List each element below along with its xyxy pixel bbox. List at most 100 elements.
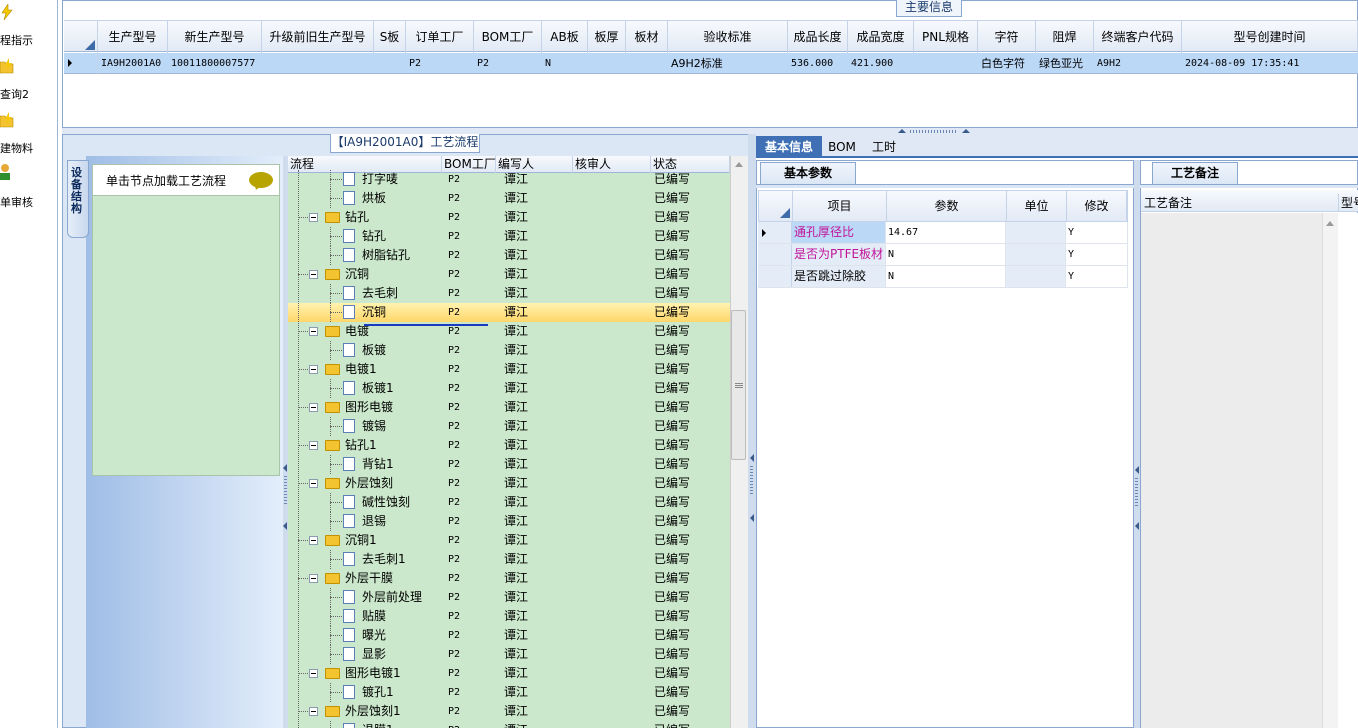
collapse-toggle-icon[interactable]: [309, 574, 318, 583]
collapse-toggle-icon[interactable]: [309, 365, 318, 374]
cell-bom-factory[interactable]: P2: [474, 53, 542, 74]
cell-unit[interactable]: [1006, 222, 1066, 243]
collapse-left-icon[interactable]: [1135, 522, 1139, 530]
tree-row[interactable]: 沉铜1 P2 谭江 已编写: [288, 531, 730, 550]
tree-row[interactable]: 外层蚀刻 P2 谭江 已编写: [288, 474, 730, 493]
col-width[interactable]: 成品宽度: [848, 21, 914, 53]
tree-row[interactable]: 曝光 P2 谭江 已编写: [288, 626, 730, 645]
col-created[interactable]: 型号创建时间: [1182, 21, 1358, 53]
tree-row[interactable]: 图形电镀1 P2 谭江 已编写: [288, 664, 730, 683]
notes-body[interactable]: [1141, 213, 1337, 728]
col-edit[interactable]: 修改: [1067, 191, 1127, 221]
tree-row[interactable]: 碱性蚀刻 P2 谭江 已编写: [288, 493, 730, 512]
tree-row[interactable]: 贴膜 P2 谭江 已编写: [288, 607, 730, 626]
tree-row[interactable]: 树脂钻孔 P2 谭江 已编写: [288, 246, 730, 265]
col-unit[interactable]: 单位: [1007, 191, 1067, 221]
params-row[interactable]: 通孔厚径比 14.67 Y: [758, 222, 1128, 244]
cell-order-factory[interactable]: P2: [406, 53, 474, 74]
cell-accept-std[interactable]: A9H2标准: [668, 53, 788, 74]
tree-row[interactable]: 电镀1 P2 谭江 已编写: [288, 360, 730, 379]
col-accept-std[interactable]: 验收标准: [668, 21, 788, 53]
col-bom-factory[interactable]: BOM工厂: [474, 21, 542, 53]
row-indicator[interactable]: [64, 53, 98, 74]
tree-row[interactable]: 图形电镀 P2 谭江 已编写: [288, 398, 730, 417]
table-row[interactable]: IA9H2001A0 10011800007577 P2 P2 N A9H2标准…: [64, 53, 1358, 74]
collapse-left-icon[interactable]: [1135, 466, 1139, 474]
tree-row[interactable]: 电镀 P2 谭江 已编写: [288, 322, 730, 341]
tree-row[interactable]: 沉铜 P2 谭江 已编写: [288, 303, 730, 322]
cell-thickness[interactable]: [588, 53, 626, 74]
col-solder-mask[interactable]: 阻焊: [1036, 21, 1094, 53]
cell-unit[interactable]: [1006, 244, 1066, 265]
collapse-toggle-icon[interactable]: [309, 479, 318, 488]
tree-row[interactable]: 外层前处理 P2 谭江 已编写: [288, 588, 730, 607]
scroll-up-icon[interactable]: [1326, 221, 1334, 226]
collapse-toggle-icon[interactable]: [309, 270, 318, 279]
grid-corner[interactable]: [64, 21, 98, 53]
cell-new-model[interactable]: 10011800007577: [168, 53, 262, 74]
cell-edit[interactable]: Y: [1066, 244, 1128, 265]
cell-edit[interactable]: Y: [1066, 222, 1128, 243]
cell-length[interactable]: 536.000: [788, 53, 848, 74]
scroll-up-icon[interactable]: [735, 162, 743, 167]
row-indicator[interactable]: [758, 244, 792, 265]
tab-basic-info[interactable]: 基本信息: [756, 136, 822, 158]
tree-row[interactable]: 外层干膜 P2 谭江 已编写: [288, 569, 730, 588]
collapse-left-icon[interactable]: [283, 464, 287, 472]
col-notes[interactable]: 工艺备注: [1144, 194, 1192, 211]
cell-unit[interactable]: [1006, 266, 1066, 287]
cell-character[interactable]: 白色字符: [978, 53, 1036, 74]
tree-row[interactable]: 去毛刺 P2 谭江 已编写: [288, 284, 730, 303]
tree-row[interactable]: 烘板 P2 谭江 已编写: [288, 189, 730, 208]
col-s-board[interactable]: S板: [374, 21, 406, 53]
tree-row[interactable]: 板镀1 P2 谭江 已编写: [288, 379, 730, 398]
tree-row[interactable]: 钻孔 P2 谭江 已编写: [288, 208, 730, 227]
col-length[interactable]: 成品长度: [788, 21, 848, 53]
tree-row[interactable]: 外层蚀刻1 P2 谭江 已编写: [288, 702, 730, 721]
row-indicator[interactable]: [758, 266, 792, 287]
cell-pnl-spec[interactable]: [914, 53, 978, 74]
collapse-toggle-icon[interactable]: [309, 707, 318, 716]
col-item[interactable]: 项目: [793, 191, 887, 221]
col-order-factory[interactable]: 订单工厂: [406, 21, 474, 53]
tab-device-structure[interactable]: 设备结构: [67, 160, 89, 238]
notes-scrollbar[interactable]: [1322, 213, 1338, 728]
cell-customer-code[interactable]: A9H2: [1094, 53, 1182, 74]
col-pnl-spec[interactable]: PNL规格: [914, 21, 978, 53]
collapse-toggle-icon[interactable]: [309, 403, 318, 412]
tree-row[interactable]: 钻孔1 P2 谭江 已编写: [288, 436, 730, 455]
tree-scroll-thumb[interactable]: [731, 310, 746, 460]
col-value[interactable]: 参数: [887, 191, 1007, 221]
tree-row[interactable]: 显影 P2 谭江 已编写: [288, 645, 730, 664]
params-row[interactable]: 是否为PTFE板材 N Y: [758, 244, 1128, 266]
collapse-toggle-icon[interactable]: [309, 441, 318, 450]
cell-created[interactable]: 2024-08-09 17:35:41: [1182, 53, 1358, 74]
collapse-left-icon[interactable]: [283, 522, 287, 530]
tree-row[interactable]: 镀孔1 P2 谭江 已编写: [288, 683, 730, 702]
tab-process-notes[interactable]: 工艺备注: [1152, 162, 1238, 184]
tab-bom[interactable]: BOM: [826, 136, 858, 158]
col-prod-model[interactable]: 生产型号: [98, 21, 168, 53]
collapse-up-icon[interactable]: [898, 129, 906, 133]
cell-value[interactable]: 14.67: [886, 222, 1006, 243]
col-model[interactable]: 型号: [1338, 194, 1358, 211]
tree-row[interactable]: 打字唛 P2 谭江 已编写: [288, 170, 730, 189]
tree-row[interactable]: 去毛刺1 P2 谭江 已编写: [288, 550, 730, 569]
col-thickness[interactable]: 板厚: [588, 21, 626, 53]
collapse-toggle-icon[interactable]: [309, 536, 318, 545]
tree-row[interactable]: 沉铜 P2 谭江 已编写: [288, 265, 730, 284]
collapse-up-icon[interactable]: [962, 129, 970, 133]
cell-prod-model[interactable]: IA9H2001A0: [98, 53, 168, 74]
cell-value[interactable]: N: [886, 244, 1006, 265]
collapse-toggle-icon[interactable]: [309, 213, 318, 222]
collapse-toggle-icon[interactable]: [309, 669, 318, 678]
col-customer-code[interactable]: 终端客户代码: [1094, 21, 1182, 53]
cell-solder-mask[interactable]: 绿色亚光: [1036, 53, 1094, 74]
tab-work-hours[interactable]: 工时: [866, 136, 902, 158]
params-row[interactable]: 是否跳过除胶 N Y: [758, 266, 1128, 288]
col-new-model[interactable]: 新生产型号: [168, 21, 262, 53]
col-ab-board[interactable]: AB板: [542, 21, 588, 53]
col-character[interactable]: 字符: [978, 21, 1036, 53]
tree-row[interactable]: 退膜1 P2 谭江 已编写: [288, 721, 730, 728]
tree-row[interactable]: 钻孔 P2 谭江 已编写: [288, 227, 730, 246]
